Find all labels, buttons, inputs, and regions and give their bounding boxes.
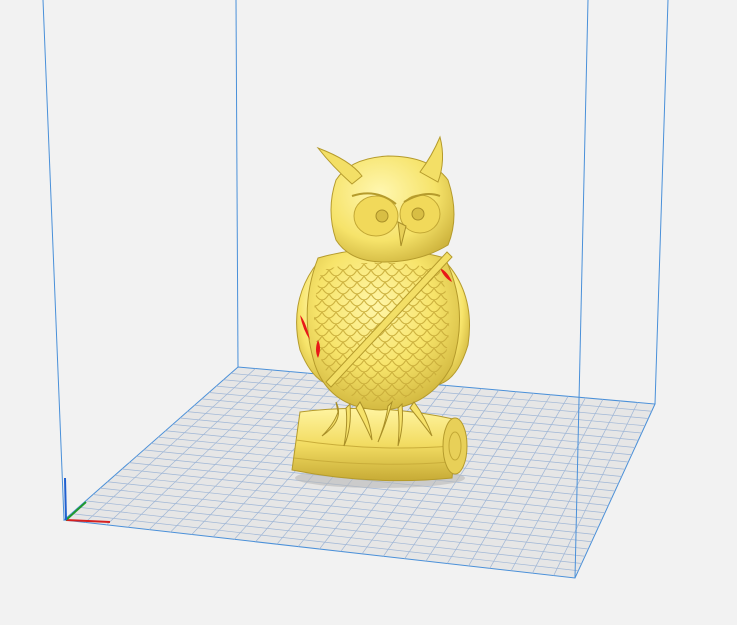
right-eye-icon xyxy=(411,207,425,221)
3d-viewport[interactable] xyxy=(0,0,737,625)
log-base xyxy=(291,407,468,482)
left-eye-icon xyxy=(375,209,389,223)
owl-head xyxy=(316,135,455,263)
owl-model[interactable] xyxy=(291,135,471,488)
